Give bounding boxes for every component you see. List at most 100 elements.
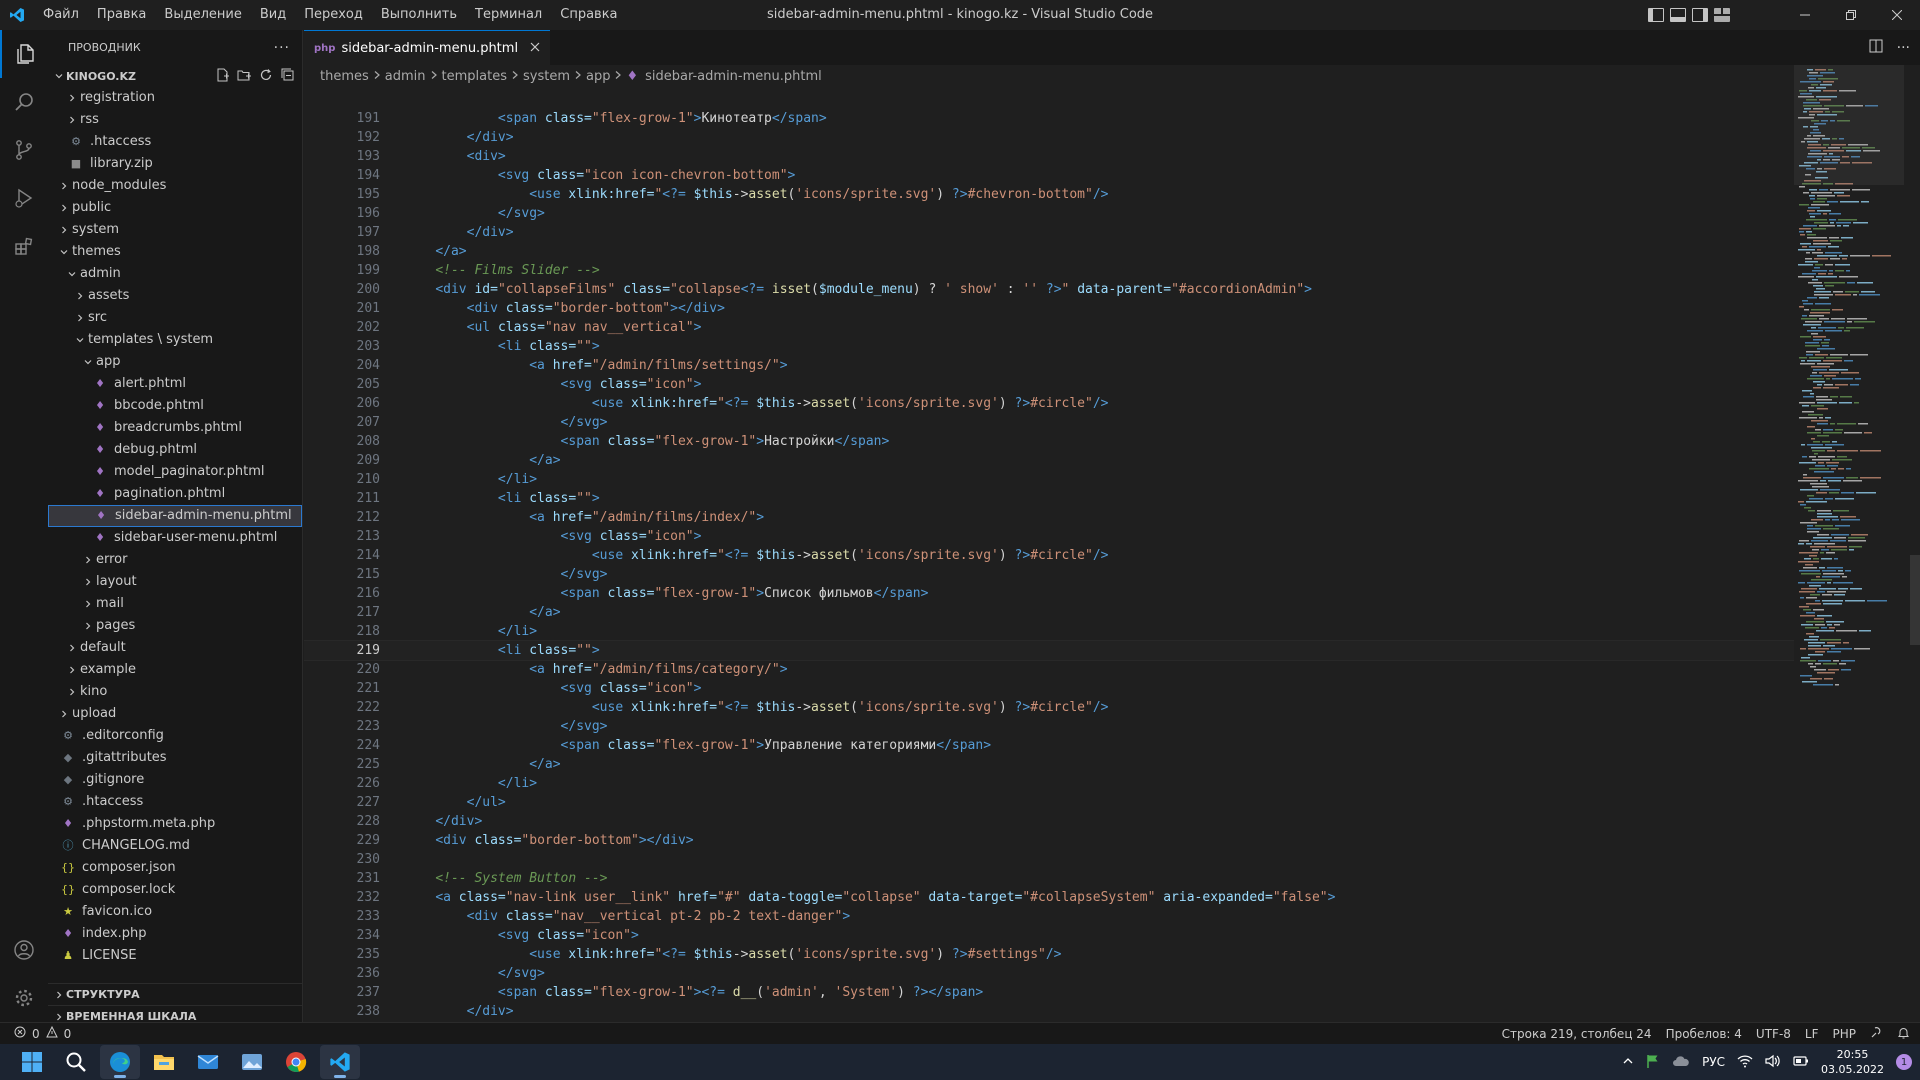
tree-file[interactable]: ♦ .phpstorm.meta.php (48, 813, 302, 835)
mail-icon[interactable] (188, 1045, 228, 1079)
tree-folder[interactable]: src (48, 307, 302, 329)
volume-icon[interactable] (1765, 1054, 1781, 1071)
split-editor-icon[interactable] (1869, 39, 1883, 57)
tree-file[interactable]: ⚙ .htaccess (48, 791, 302, 813)
tree-folder[interactable]: rss (48, 109, 302, 131)
breadcrumb-item[interactable]: admin (385, 69, 426, 84)
menu-item[interactable]: Правка (88, 0, 155, 30)
editor-scrollbar[interactable] (1906, 65, 1920, 1022)
problems-indicator[interactable]: 0 0 (0, 1025, 71, 1041)
code-view[interactable]: 191 <span class="flex-grow-1">Кинотеатр<… (304, 109, 1794, 1022)
tree-folder[interactable]: admin (48, 263, 302, 285)
cursor-position[interactable]: Строка 219, столбец 24 (1502, 1027, 1652, 1041)
tree-file[interactable]: ⚙ .editorconfig (48, 725, 302, 747)
tree-file[interactable]: ♦ breadcrumbs.phtml (48, 417, 302, 439)
tree-folder[interactable]: templates \ system (48, 329, 302, 351)
tab-sidebar-admin-menu[interactable]: php sidebar-admin-menu.phtml (304, 30, 551, 65)
menu-item[interactable]: Справка (551, 0, 626, 30)
close-window-button[interactable] (1874, 0, 1920, 30)
tree-folder[interactable]: registration (48, 87, 302, 109)
extensions-icon[interactable] (0, 222, 48, 270)
collapse-all-icon[interactable] (280, 67, 296, 83)
more-actions-icon[interactable]: ··· (274, 40, 290, 56)
tree-file[interactable]: ♦ sidebar-admin-menu.phtml (48, 505, 302, 527)
tree-folder[interactable]: node_modules (48, 175, 302, 197)
search-icon[interactable] (56, 1045, 96, 1079)
tree-file[interactable]: ♦ debug.phtml (48, 439, 302, 461)
tree-folder[interactable]: mail (48, 593, 302, 615)
menu-item[interactable]: Файл (34, 0, 88, 30)
settings-gear-icon[interactable] (0, 974, 48, 1022)
run-and-debug-icon[interactable] (0, 174, 48, 222)
tree-file[interactable]: ◆ .gitignore (48, 769, 302, 791)
tree-file[interactable]: ♦ model_paginator.phtml (48, 461, 302, 483)
tree-folder[interactable]: pages (48, 615, 302, 637)
breadcrumb-item[interactable]: sidebar-admin-menu.phtml (645, 69, 822, 84)
end-of-line[interactable]: LF (1805, 1027, 1819, 1041)
show-hidden-icons-chevron-up-icon[interactable] (1622, 1055, 1634, 1070)
search-icon[interactable] (0, 78, 48, 126)
editor-more-actions-icon[interactable]: ··· (1897, 40, 1910, 56)
file-explorer-icon[interactable] (144, 1045, 184, 1079)
new-file-icon[interactable] (214, 67, 230, 83)
language-mode[interactable]: PHP (1833, 1027, 1857, 1041)
windows-start-icon[interactable] (12, 1045, 52, 1079)
wifi-icon[interactable] (1737, 1054, 1753, 1071)
tree-file[interactable]: ♦ bbcode.phtml (48, 395, 302, 417)
tree-folder[interactable]: public (48, 197, 302, 219)
close-tab-icon[interactable] (530, 41, 540, 56)
accounts-icon[interactable] (0, 926, 48, 974)
explorer-icon[interactable] (0, 30, 48, 78)
tree-folder[interactable]: example (48, 659, 302, 681)
tree-folder[interactable]: kino (48, 681, 302, 703)
notifications-bell-icon[interactable] (1897, 1026, 1910, 1042)
project-root[interactable]: KINOGO.KZ (48, 65, 302, 87)
tree-folder[interactable]: layout (48, 571, 302, 593)
tree-folder[interactable]: default (48, 637, 302, 659)
tree-file[interactable]: ♟ LICENSE (48, 945, 302, 967)
tree-folder[interactable]: error (48, 549, 302, 571)
toggle-panel-icon[interactable] (1670, 8, 1686, 22)
menu-item[interactable]: Терминал (466, 0, 551, 30)
feedback-icon[interactable] (1870, 1026, 1883, 1042)
customize-layout-icon[interactable] (1714, 8, 1730, 22)
minimap[interactable] (1794, 65, 1904, 1022)
keyboard-language[interactable]: РУС (1702, 1055, 1725, 1069)
breadcrumb-item[interactable]: system (523, 69, 570, 84)
tree-folder[interactable]: themes (48, 241, 302, 263)
tree-folder[interactable]: system (48, 219, 302, 241)
toggle-primary-sidebar-icon[interactable] (1648, 8, 1664, 22)
breadcrumb-item[interactable]: themes (320, 69, 369, 84)
notification-badge[interactable]: 1 (1896, 1054, 1912, 1070)
menu-item[interactable]: Вид (251, 0, 295, 30)
indentation[interactable]: Пробелов: 4 (1666, 1027, 1742, 1041)
tree-folder[interactable]: assets (48, 285, 302, 307)
menu-item[interactable]: Выполнить (372, 0, 466, 30)
tree-file[interactable]: ♦ index.php (48, 923, 302, 945)
menu-item[interactable]: Переход (295, 0, 372, 30)
scrollbar-thumb[interactable] (1910, 555, 1920, 645)
tree-file[interactable]: {} composer.json (48, 857, 302, 879)
tree-file[interactable]: ■ library.zip (48, 153, 302, 175)
outline-section[interactable]: СТРУКТУРА (48, 983, 302, 1005)
tree-file[interactable]: {} composer.lock (48, 879, 302, 901)
tree-folder[interactable]: app (48, 351, 302, 373)
chrome-icon[interactable] (276, 1045, 316, 1079)
new-folder-icon[interactable] (236, 67, 252, 83)
tree-file[interactable]: ♦ sidebar-user-menu.phtml (48, 527, 302, 549)
encoding[interactable]: UTF-8 (1756, 1027, 1791, 1041)
minimize-button[interactable] (1782, 0, 1828, 30)
vscode-icon[interactable] (320, 1045, 360, 1079)
tree-file[interactable]: ♦ pagination.phtml (48, 483, 302, 505)
tree-file[interactable]: ⓘ CHANGELOG.md (48, 835, 302, 857)
battery-icon[interactable] (1793, 1054, 1809, 1071)
photos-icon[interactable] (232, 1045, 272, 1079)
restore-button[interactable] (1828, 0, 1874, 30)
clock[interactable]: 20:55 03.05.2022 (1821, 1047, 1884, 1077)
breadcrumb-item[interactable]: templates (442, 69, 507, 84)
source-control-icon[interactable] (0, 126, 48, 174)
flag-icon[interactable] (1646, 1054, 1660, 1071)
tree-file[interactable]: ★ favicon.ico (48, 901, 302, 923)
menu-item[interactable]: Выделение (155, 0, 250, 30)
tree-file[interactable]: ◆ .gitattributes (48, 747, 302, 769)
